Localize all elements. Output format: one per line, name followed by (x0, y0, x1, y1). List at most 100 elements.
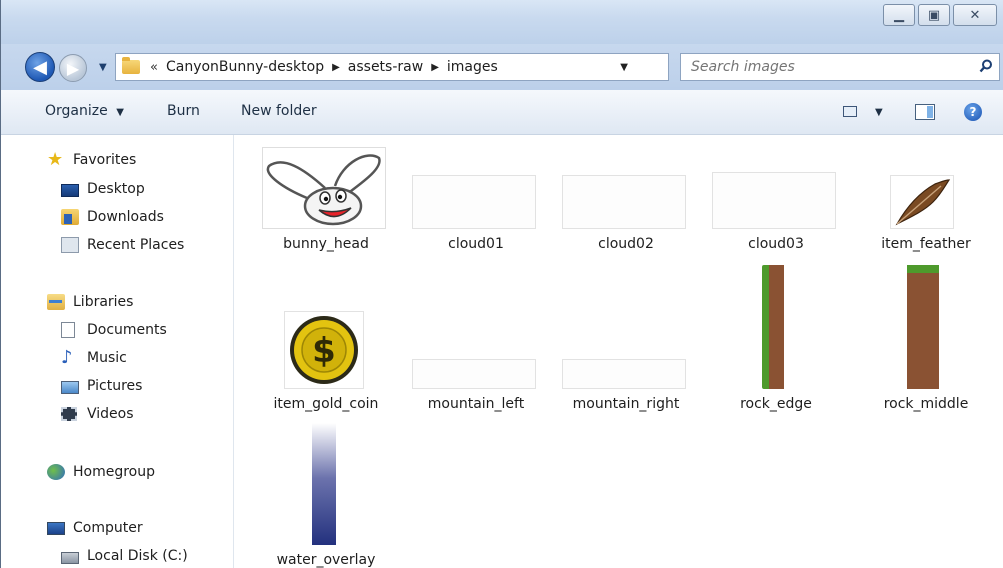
sidebar-item-libraries[interactable]: Libraries (47, 294, 133, 310)
sidebar-item-computer[interactable]: Computer (47, 520, 143, 536)
water-overlay-thumbnail (312, 423, 336, 545)
file-name: item_feather (881, 236, 971, 252)
change-view-icon[interactable] (843, 106, 857, 117)
sidebar-item-label: Local Disk (C:) (87, 548, 188, 564)
breadcrumb-assets-raw[interactable]: assets-raw (348, 59, 423, 75)
svg-text:$: $ (312, 331, 336, 371)
sidebar-item-homegroup[interactable]: Homegroup (47, 464, 155, 480)
close-button[interactable]: ✕ (953, 4, 997, 26)
preview-pane-icon[interactable] (915, 104, 935, 120)
sidebar-item-label: Homegroup (73, 464, 156, 480)
file-name: item_gold_coin (273, 396, 379, 412)
overflow-chevron-icon[interactable]: « (150, 60, 158, 75)
recent-pages-dropdown[interactable]: ▼ (99, 62, 109, 73)
address-row: ◀ ▶ ▼ « CanyonBunny-desktop ▶ assets-raw… (1, 44, 1003, 90)
sidebar-item-label: Documents (87, 322, 167, 338)
cloud02-thumbnail (562, 175, 686, 229)
feather-icon (895, 179, 951, 226)
sidebar-item-recent-places[interactable]: Recent Places (61, 237, 184, 253)
cloud03-thumbnail (712, 172, 836, 229)
sidebar-item-downloads[interactable]: Downloads (61, 209, 164, 225)
sidebar-item-label: Computer (73, 520, 143, 536)
maximize-icon: ▣ (927, 7, 941, 23)
breadcrumb-arrow-icon[interactable]: ▶ (332, 62, 340, 73)
sidebar-item-documents[interactable]: Documents (61, 322, 167, 338)
downloads-folder-icon (61, 209, 79, 225)
breadcrumb-canyonbunny[interactable]: CanyonBunny-desktop (166, 59, 324, 75)
bunny-head-icon (266, 154, 381, 226)
rock-edge-thumbnail (762, 265, 784, 389)
search-input[interactable] (689, 58, 963, 76)
file-name: cloud02 (598, 236, 654, 252)
mountain-right-thumbnail (562, 359, 686, 389)
sidebar-item-videos[interactable]: Videos (61, 406, 134, 422)
search-box (680, 53, 1000, 81)
organize-label: Organize (45, 103, 108, 119)
breadcrumb-arrow-icon[interactable]: ▶ (431, 62, 439, 73)
computer-icon (47, 522, 65, 535)
gold-coin-icon: $ (290, 316, 358, 384)
cloud01-thumbnail (412, 175, 536, 229)
sidebar-item-pictures[interactable]: Pictures (61, 378, 142, 394)
maximize-button[interactable]: ▣ (918, 4, 950, 26)
file-view: bunny_head cloud01 cloud02 cloud03 item_… (234, 135, 1003, 568)
help-icon[interactable]: ? (964, 103, 982, 121)
back-arrow-icon: ◀ (33, 56, 47, 78)
videos-icon (61, 407, 77, 421)
organize-menu[interactable]: Organize ▼ (45, 103, 124, 119)
file-name: mountain_left (427, 396, 525, 412)
file-name: cloud01 (448, 236, 504, 252)
address-bar[interactable]: « CanyonBunny-desktop ▶ assets-raw ▶ ima… (115, 53, 773, 81)
sidebar-item-label: Desktop (87, 181, 145, 197)
music-icon: ♪ (61, 347, 73, 368)
chevron-down-icon: ▼ (116, 107, 124, 118)
desktop-icon (61, 183, 79, 197)
sidebar-item-label: Pictures (87, 378, 143, 394)
minimize-icon: ▁ (894, 7, 904, 23)
new-folder-button[interactable]: New folder (241, 103, 317, 119)
explorer-window: ▁ ▣ ✕ ◀ ▶ ▼ « CanyonBunny-desktop ▶ asse… (0, 0, 1003, 568)
search-icon[interactable] (979, 59, 993, 73)
sidebar-item-local-disk[interactable]: Local Disk (C:) (61, 548, 188, 564)
caption-buttons: ▁ ▣ ✕ (880, 4, 997, 26)
minimize-button[interactable]: ▁ (883, 4, 915, 26)
view-options-dropdown-icon[interactable]: ▼ (875, 107, 883, 118)
sidebar-item-label: Libraries (73, 294, 134, 310)
bunny-head-thumbnail (262, 147, 386, 229)
sidebar-item-favorites[interactable]: ★ Favorites (47, 149, 137, 170)
sidebar-item-music[interactable]: ♪ Music (61, 347, 127, 368)
sidebar-item-label: Music (87, 350, 127, 366)
mountain-left-thumbnail (412, 359, 536, 389)
file-name: bunny_head (283, 236, 369, 252)
sidebar-item-label: Videos (87, 406, 134, 422)
burn-button[interactable]: Burn (167, 103, 200, 119)
forward-arrow-icon: ▶ (66, 58, 80, 78)
file-name: rock_edge (740, 396, 812, 412)
recent-places-icon (61, 237, 79, 253)
documents-icon (61, 322, 75, 338)
local-disk-icon (61, 551, 79, 564)
back-button[interactable]: ◀ (25, 52, 55, 82)
sidebar-item-label: Downloads (87, 209, 164, 225)
item-feather-thumbnail (890, 175, 954, 229)
file-name: cloud03 (748, 236, 804, 252)
navigation-pane: ★ Favorites Desktop Downloads Recent Pla… (1, 135, 234, 568)
sidebar-item-label: Favorites (73, 152, 137, 168)
breadcrumb-images[interactable]: images (447, 59, 498, 75)
file-name: rock_middle (883, 396, 969, 412)
command-bar: Organize ▼ Burn New folder ▼ ? (1, 90, 1003, 135)
close-icon: ✕ (969, 7, 981, 23)
file-name: water_overlay (276, 552, 376, 568)
sidebar-item-label: Recent Places (87, 237, 185, 253)
forward-button[interactable]: ▶ (59, 54, 87, 82)
pictures-icon (61, 380, 79, 394)
title-bar: ▁ ▣ ✕ (1, 0, 1003, 44)
star-icon: ★ (47, 149, 64, 170)
libraries-icon (47, 294, 65, 310)
folder-icon (122, 57, 140, 74)
address-dropdown-icon[interactable]: ▼ (620, 62, 628, 73)
homegroup-icon (47, 464, 65, 480)
file-name: mountain_right (572, 396, 680, 412)
rock-middle-thumbnail (907, 265, 939, 389)
sidebar-item-desktop[interactable]: Desktop (61, 181, 145, 197)
